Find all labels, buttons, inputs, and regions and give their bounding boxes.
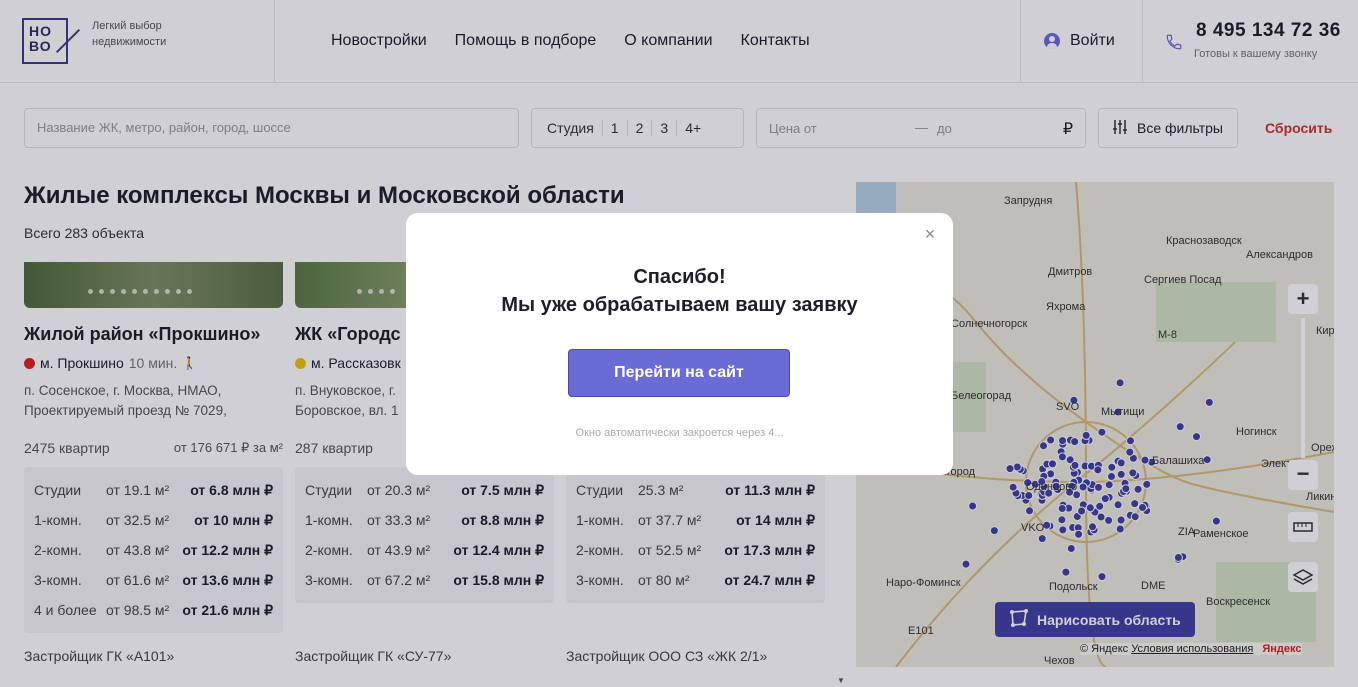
close-icon[interactable]: × xyxy=(923,225,937,243)
modal-title-line1: Спасибо! xyxy=(633,266,726,288)
thank-you-modal: × Спасибо! Мы уже обрабатываем вашу заяв… xyxy=(406,213,953,475)
modal-title: Спасибо! Мы уже обрабатываем вашу заявку xyxy=(406,263,953,319)
modal-title-line2: Мы уже обрабатываем вашу заявку xyxy=(501,294,858,316)
auto-close-note: Окно автоматически закроется через 4... xyxy=(575,427,784,439)
go-to-site-button[interactable]: Перейти на сайт xyxy=(568,349,790,397)
